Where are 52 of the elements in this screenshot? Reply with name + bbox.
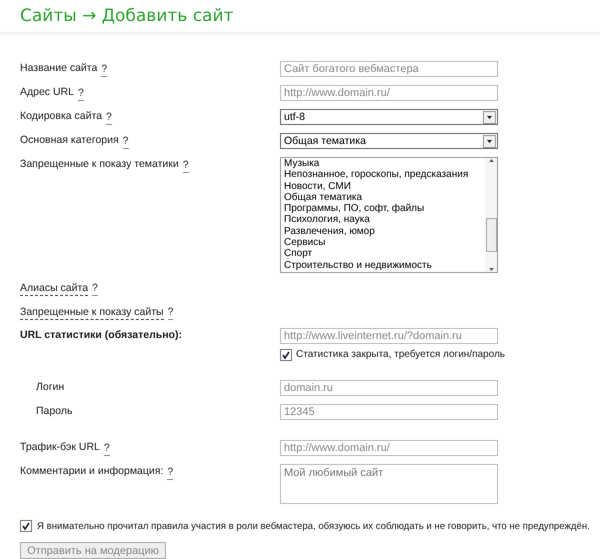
- section-toggle-link[interactable]: Запрещенные к показу сайты: [20, 305, 164, 320]
- field-label: Трафик-бэк URL: [20, 441, 100, 454]
- help-link[interactable]: ?: [122, 134, 129, 149]
- field-label: Основная категория: [20, 134, 119, 147]
- list-option[interactable]: Непознанное, гороскопы, предсказания: [284, 169, 485, 181]
- text-field[interactable]: http://www.domain.ru/: [280, 85, 498, 101]
- list-option[interactable]: Программы, ПО, софт, файлы: [284, 203, 485, 214]
- page-title: Сайты → Добавить сайт: [20, 6, 234, 26]
- list-option[interactable]: Строительство и недвижимость: [284, 260, 485, 271]
- field-label: Запрещенные к показу тематики: [20, 158, 179, 171]
- checkmark-icon: [281, 350, 291, 360]
- help-link[interactable]: ?: [92, 281, 98, 296]
- agreement-text: Я внимательно прочитал правила участия в роли вебмастера, обязуюсь их соблюдать и не говорить, что не предупреждён.: [37, 520, 590, 532]
- field-label: Логин: [36, 381, 64, 394]
- section-toggle-link[interactable]: Алиасы сайта: [20, 281, 88, 296]
- list-option[interactable]: Сервисы: [284, 237, 485, 248]
- field-label: Комментарии и информация:: [20, 465, 164, 478]
- list-option[interactable]: Музыка: [284, 158, 485, 170]
- text-field[interactable]: Сайт богатого вебмастера: [280, 61, 498, 77]
- field-label: Адрес URL: [20, 86, 74, 99]
- text-field[interactable]: domain.ru: [280, 380, 498, 396]
- field-label: URL статистики (обязательно):: [20, 329, 182, 342]
- help-link[interactable]: ?: [106, 110, 112, 125]
- field-label: Название сайта: [20, 62, 98, 75]
- list-box[interactable]: Музыка Непознанное, гороскопы, предсказания Новости, СМИ Общая тематика Программы, ПО, софт, файлы Психология, наука Развлечения, юмор Сервисы Спорт Строительство и недвижимость: [280, 157, 498, 273]
- help-link[interactable]: ?: [167, 465, 174, 480]
- checkbox[interactable]: [20, 520, 32, 532]
- scrollbar[interactable]: [485, 158, 497, 272]
- scroll-up-icon: [488, 158, 494, 163]
- checkmark-icon: [21, 521, 31, 531]
- help-link[interactable]: ?: [101, 62, 108, 77]
- checkbox[interactable]: [280, 348, 292, 360]
- list-option[interactable]: Спорт: [284, 248, 485, 260]
- list-option[interactable]: Развлечения, юмор: [284, 226, 485, 238]
- help-link[interactable]: ?: [168, 305, 174, 320]
- rules-link[interactable]: правила участия в роли вебмастера: [151, 520, 314, 532]
- text-field[interactable]: http://www.domain.ru/: [280, 440, 498, 456]
- list-option[interactable]: Психология, наука: [284, 214, 485, 226]
- checkbox-label: Статистика закрыта, требуется логин/пароль: [296, 348, 505, 361]
- scroll-down-icon: [488, 267, 494, 272]
- dropdown[interactable]: utf-8: [280, 109, 498, 125]
- field-label: Кодировка сайта: [20, 110, 102, 123]
- help-link[interactable]: ?: [104, 441, 110, 456]
- comment-field[interactable]: Мой любимый сайт: [280, 464, 498, 504]
- field-label: Пароль: [36, 405, 72, 418]
- dropdown[interactable]: Общая тематика: [280, 133, 498, 149]
- help-link[interactable]: ?: [78, 86, 84, 101]
- list-option[interactable]: Новости, СМИ: [284, 180, 485, 192]
- help-link[interactable]: ?: [182, 158, 189, 173]
- list-option[interactable]: Общая тематика: [284, 192, 485, 204]
- text-field[interactable]: http://www.liveinternet.ru/?domain.ru: [280, 328, 498, 344]
- text-field[interactable]: 12345: [280, 404, 498, 420]
